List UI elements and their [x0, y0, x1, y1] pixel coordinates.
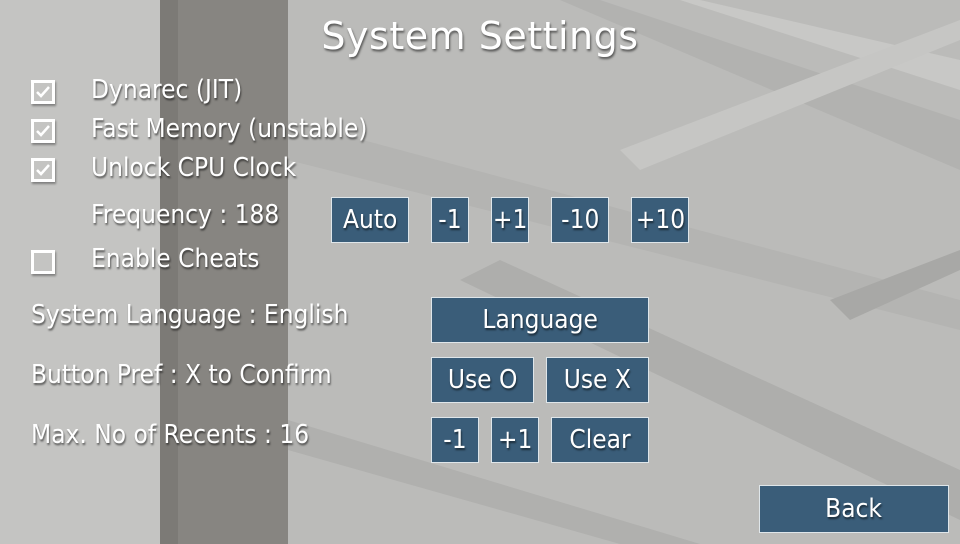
- frequency-auto-button[interactable]: Auto: [331, 197, 409, 243]
- frequency-plus1-button[interactable]: +1: [491, 197, 529, 243]
- use-x-button[interactable]: Use X: [546, 357, 649, 403]
- frequency-plus10-button[interactable]: +10: [631, 197, 689, 243]
- system-language-label: System Language : English: [31, 300, 349, 330]
- max-recents-label: Max. No of Recents : 16: [31, 420, 310, 450]
- enable-cheats-label[interactable]: Enable Cheats: [91, 244, 259, 274]
- checkmark-icon: [36, 125, 50, 137]
- unlock-cpu-label[interactable]: Unlock CPU Clock: [91, 153, 296, 183]
- dynarec-checkbox[interactable]: [31, 80, 55, 104]
- recents-minus1-button[interactable]: -1: [431, 417, 479, 463]
- button-pref-label: Button Pref : X to Confirm: [31, 360, 332, 390]
- enable-cheats-checkbox[interactable]: [31, 250, 55, 274]
- use-o-button[interactable]: Use O: [431, 357, 534, 403]
- checkmark-icon: [36, 86, 50, 98]
- fast-memory-label[interactable]: Fast Memory (unstable): [91, 114, 367, 144]
- unlock-cpu-checkbox[interactable]: [31, 158, 55, 182]
- checkmark-icon: [36, 164, 50, 176]
- page-title: System Settings: [321, 14, 639, 58]
- language-button[interactable]: Language: [431, 297, 649, 343]
- recents-clear-button[interactable]: Clear: [551, 417, 649, 463]
- back-button[interactable]: Back: [759, 485, 949, 533]
- fast-memory-checkbox[interactable]: [31, 119, 55, 143]
- frequency-minus10-button[interactable]: -10: [551, 197, 609, 243]
- dynarec-label[interactable]: Dynarec (JIT): [91, 75, 242, 105]
- frequency-label: Frequency : 188: [91, 200, 280, 230]
- recents-plus1-button[interactable]: +1: [491, 417, 539, 463]
- frequency-minus1-button[interactable]: -1: [431, 197, 469, 243]
